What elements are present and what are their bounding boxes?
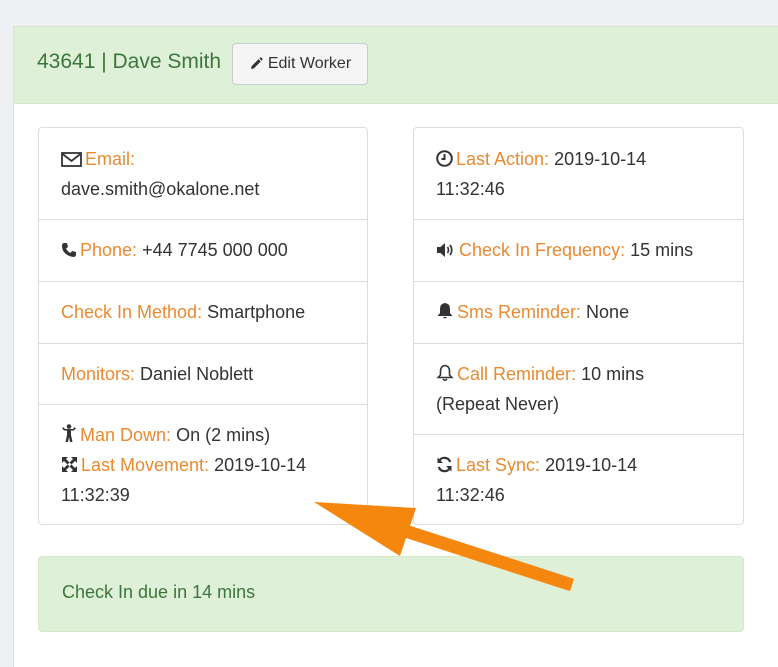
phone-label: Phone: xyxy=(80,240,138,260)
list-item-check-in-method: Check In Method: Smartphone xyxy=(39,281,367,342)
list-item-phone: Phone: +44 7745 000 000 xyxy=(39,219,367,280)
panel-heading: 43641 | Dave Smith Edit Worker xyxy=(14,27,778,104)
man-down-label: Man Down: xyxy=(80,425,172,445)
list-item-email: Email: dave.smith@okalone.net xyxy=(39,144,367,218)
last-movement-time: 11:32:39 xyxy=(61,485,130,505)
arrows-expand-icon xyxy=(61,456,78,473)
email-label: Email: xyxy=(85,149,136,169)
check-in-due-text: Check In due in 14 mins xyxy=(62,582,256,602)
list-item-last-sync: Last Sync: 2019-10-14 11:32:46 xyxy=(414,434,743,524)
list-item-sms-reminder: Sms Reminder: None xyxy=(414,281,743,342)
worker-details-list: Email: dave.smith@okalone.net Phone: +44… xyxy=(38,127,368,525)
check-in-method-value: Smartphone xyxy=(207,302,306,322)
worker-title: 43641 | Dave Smith xyxy=(37,50,222,73)
last-movement-label: Last Movement: xyxy=(81,455,210,475)
edit-worker-label: Edit Worker xyxy=(267,55,352,72)
last-action-time: 11:32:46 xyxy=(436,179,505,199)
last-sync-label: Last Sync: xyxy=(456,455,541,475)
sms-reminder-value: None xyxy=(586,302,630,322)
person-icon xyxy=(61,424,77,443)
last-sync-date: 2019-10-14 xyxy=(545,455,638,475)
check-in-due-alert: Check In due in 14 mins xyxy=(38,556,744,632)
bell-solid-icon xyxy=(436,302,454,320)
list-item-monitors: Monitors: Daniel Noblett xyxy=(39,343,367,404)
call-reminder-repeat: (Repeat Never) xyxy=(436,394,560,414)
email-value: dave.smith@okalone.net xyxy=(61,179,260,199)
worker-panel: 43641 | Dave Smith Edit Worker Email: da… xyxy=(13,26,778,667)
envelope-icon xyxy=(61,152,82,167)
volume-icon xyxy=(436,242,456,258)
bell-outline-icon xyxy=(436,364,454,382)
list-item-movement: Man Down: On (2 mins) Last Movement: 201… xyxy=(39,404,367,524)
monitors-value: Daniel Noblett xyxy=(140,364,254,384)
call-reminder-label: Call Reminder: xyxy=(457,364,577,384)
worker-status-list: Last Action: 2019-10-14 11:32:46 Check I… xyxy=(413,127,744,525)
monitors-label: Monitors: xyxy=(61,364,136,384)
check-in-frequency-value: 15 mins xyxy=(630,240,694,260)
clock-icon xyxy=(436,150,453,167)
edit-worker-button[interactable]: Edit Worker xyxy=(232,43,368,85)
sms-reminder-label: Sms Reminder: xyxy=(457,302,582,322)
man-down-value: On (2 mins) xyxy=(176,425,271,445)
list-item-check-in-frequency: Check In Frequency: 15 mins xyxy=(414,219,743,280)
last-action-date: 2019-10-14 xyxy=(554,149,647,169)
last-sync-time: 11:32:46 xyxy=(436,485,505,505)
check-in-frequency-label: Check In Frequency: xyxy=(459,240,626,260)
check-in-method-label: Check In Method: xyxy=(61,302,203,322)
list-item-last-action: Last Action: 2019-10-14 11:32:46 xyxy=(414,144,743,218)
call-reminder-value: 10 mins xyxy=(581,364,645,384)
refresh-icon xyxy=(436,456,453,473)
phone-icon xyxy=(61,242,77,258)
phone-value: +44 7745 000 000 xyxy=(142,240,288,260)
pencil-icon xyxy=(249,57,263,71)
last-movement-date: 2019-10-14 xyxy=(214,455,307,475)
list-item-call-reminder: Call Reminder: 10 mins (Repeat Never) xyxy=(414,343,743,434)
last-action-label: Last Action: xyxy=(456,149,550,169)
